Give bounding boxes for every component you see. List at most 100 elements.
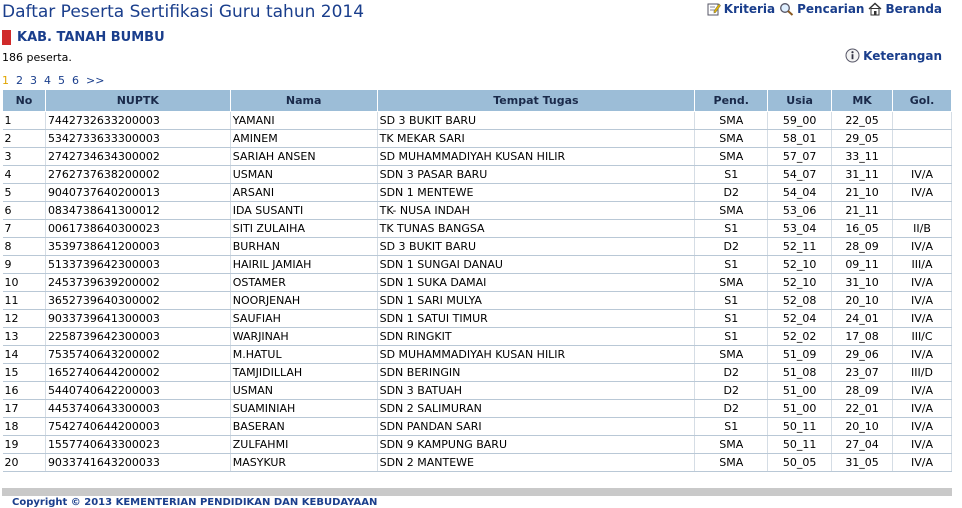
cell-tempat-tugas: SD MUHAMMADIYAH KUSAN HILIR: [377, 345, 696, 364]
column-header-nuptk: NUPTK: [44, 89, 231, 112]
cell-gol: III/A: [892, 255, 952, 274]
cell-no: 16: [2, 381, 46, 400]
page-link-6[interactable]: 6: [72, 74, 79, 87]
cell-gol: IV/A: [892, 453, 952, 472]
cell-usia: 53_06: [767, 201, 833, 220]
cell-mk: 20_10: [831, 291, 894, 310]
red-marker: [2, 29, 11, 45]
info-area: Keterangan: [845, 48, 942, 66]
cell-gol: [892, 129, 952, 148]
table-header-row: No NUPTK Nama Tempat Tugas Pend. Usia MK…: [2, 89, 952, 112]
cell-gol: IV/A: [892, 237, 952, 256]
cell-nama: MASYKUR: [230, 453, 378, 472]
cell-nama: YAMANI: [230, 111, 378, 130]
pencarian-label: Pencarian: [797, 2, 865, 16]
cell-nuptk: 5440740642200003: [45, 381, 231, 400]
cell-usia: 59_00: [767, 111, 833, 130]
cell-gol: [892, 147, 952, 166]
cell-nama: USMAN: [230, 165, 378, 184]
cell-nuptk: 3539738641200003: [45, 237, 231, 256]
cell-nama: ARSANI: [230, 183, 378, 202]
cell-usia: 52_10: [767, 255, 833, 274]
cell-tempat-tugas: SDN 1 SATUI TIMUR: [377, 309, 696, 328]
cell-nama: HAIRIL JAMIAH: [230, 255, 378, 274]
cell-usia: 51_00: [767, 381, 833, 400]
cell-usia: 54_04: [767, 183, 833, 202]
cell-nama: AMINEM: [230, 129, 378, 148]
cell-usia: 52_10: [767, 273, 833, 292]
cell-usia: 51_08: [767, 363, 833, 382]
cell-pend: SMA: [694, 435, 769, 454]
cell-mk: 24_01: [831, 309, 894, 328]
table-row: 3 2742734634300002 SARIAH ANSEN SD MUHAMMAD…: [2, 147, 952, 166]
table-row: 5 9040737640200013 ARSANI SDN 1 MENTEWE D2 54…: [2, 183, 952, 202]
cell-pend: SMA: [694, 201, 769, 220]
table-row: 16 5440740642200003 USMAN SDN 3 BATUAH D2 51_…: [2, 381, 952, 400]
page-link-2[interactable]: 2: [16, 74, 23, 87]
cell-nuptk: 5342733633300003: [45, 129, 231, 148]
copyright-footer: Copyright © 2013 KEMENTERIAN PENDIDIKAN …: [12, 497, 378, 508]
cell-mk: 31_11: [831, 165, 894, 184]
cell-pend: S1: [694, 219, 769, 238]
cell-mk: 28_09: [831, 381, 894, 400]
cell-usia: 50_05: [767, 453, 833, 472]
cell-no: 7: [2, 219, 46, 238]
cell-gol: IV/A: [892, 417, 952, 436]
cell-pend: S1: [694, 417, 769, 436]
cell-pend: S1: [694, 327, 769, 346]
page-link-4[interactable]: 4: [44, 74, 51, 87]
kriteria-label: Kriteria: [723, 2, 776, 16]
page-link-1[interactable]: 1: [2, 74, 9, 87]
table-row: 18 7542740644200003 BASERAN SDN PANDAN SARI…: [2, 417, 952, 436]
cell-gol: IV/A: [892, 381, 952, 400]
page-link-3[interactable]: 3: [30, 74, 37, 87]
column-header-pend: Pend.: [694, 89, 769, 112]
cell-no: 5: [2, 183, 46, 202]
kriteria-link[interactable]: Kriteria: [707, 2, 775, 16]
keterangan-label: Keterangan: [863, 48, 942, 63]
table-row: 6 0834738641300012 IDA SUSANTI TK- NUSA IND…: [2, 201, 952, 220]
cell-no: 4: [2, 165, 46, 184]
cell-nuptk: 9040737640200013: [45, 183, 231, 202]
cell-tempat-tugas: SDN BERINGIN: [377, 363, 696, 382]
page-link-next[interactable]: >>: [86, 74, 104, 87]
beranda-link[interactable]: Beranda: [868, 2, 942, 16]
cell-usia: 52_02: [767, 327, 833, 346]
cell-tempat-tugas: SDN 1 MENTEWE: [377, 183, 696, 202]
cell-mk: 31_05: [831, 453, 894, 472]
cell-gol: [892, 111, 952, 130]
table-row: 11 3652739640300002 NOORJENAH SDN 1 SARI MU…: [2, 291, 952, 310]
cell-mk: 22_05: [831, 111, 894, 130]
keterangan-link[interactable]: Keterangan: [845, 48, 942, 63]
pencarian-link[interactable]: Pencarian: [779, 2, 864, 16]
table-row: 7 0061738640300023 SITI ZULAIHA TK TUNAS BA…: [2, 219, 952, 238]
table-row: 20 9033741643200033 MASYKUR SDN 2 MANTEWE SM…: [2, 453, 952, 472]
top-navigation: Kriteria Pencarian Beranda: [707, 2, 942, 16]
cell-usia: 51_00: [767, 399, 833, 418]
cell-mk: 33_11: [831, 147, 894, 166]
cell-no: 9: [2, 255, 46, 274]
cell-pend: D2: [694, 363, 769, 382]
page-link-5[interactable]: 5: [58, 74, 65, 87]
cell-gol: III/D: [892, 363, 952, 382]
cell-nama: BASERAN: [230, 417, 378, 436]
cell-nama: SITI ZULAIHA: [230, 219, 378, 238]
cell-usia: 54_07: [767, 165, 833, 184]
column-header-usia: Usia: [767, 89, 833, 112]
cell-no: 10: [2, 273, 46, 292]
cell-no: 12: [2, 309, 46, 328]
footer-bar: [2, 488, 952, 496]
cell-usia: 53_04: [767, 219, 833, 238]
cell-nuptk: 7442732633200003: [45, 111, 231, 130]
table-row: 9 5133739642300003 HAIRIL JAMIAH SDN 1 SUNG…: [2, 255, 952, 274]
cell-gol: III/C: [892, 327, 952, 346]
search-icon: [780, 3, 794, 16]
cell-mk: 21_11: [831, 201, 894, 220]
cell-gol: IV/A: [892, 183, 952, 202]
cell-nama: SAUFIAH: [230, 309, 378, 328]
column-header-no: No: [2, 89, 46, 112]
region-label: KAB. TANAH BUMBU: [17, 29, 165, 45]
cell-gol: IV/A: [892, 309, 952, 328]
table-row: 19 1557740643300023 ZULFAHMI SDN 9 KAMPUNG …: [2, 435, 952, 454]
cell-pend: SMA: [694, 111, 769, 130]
